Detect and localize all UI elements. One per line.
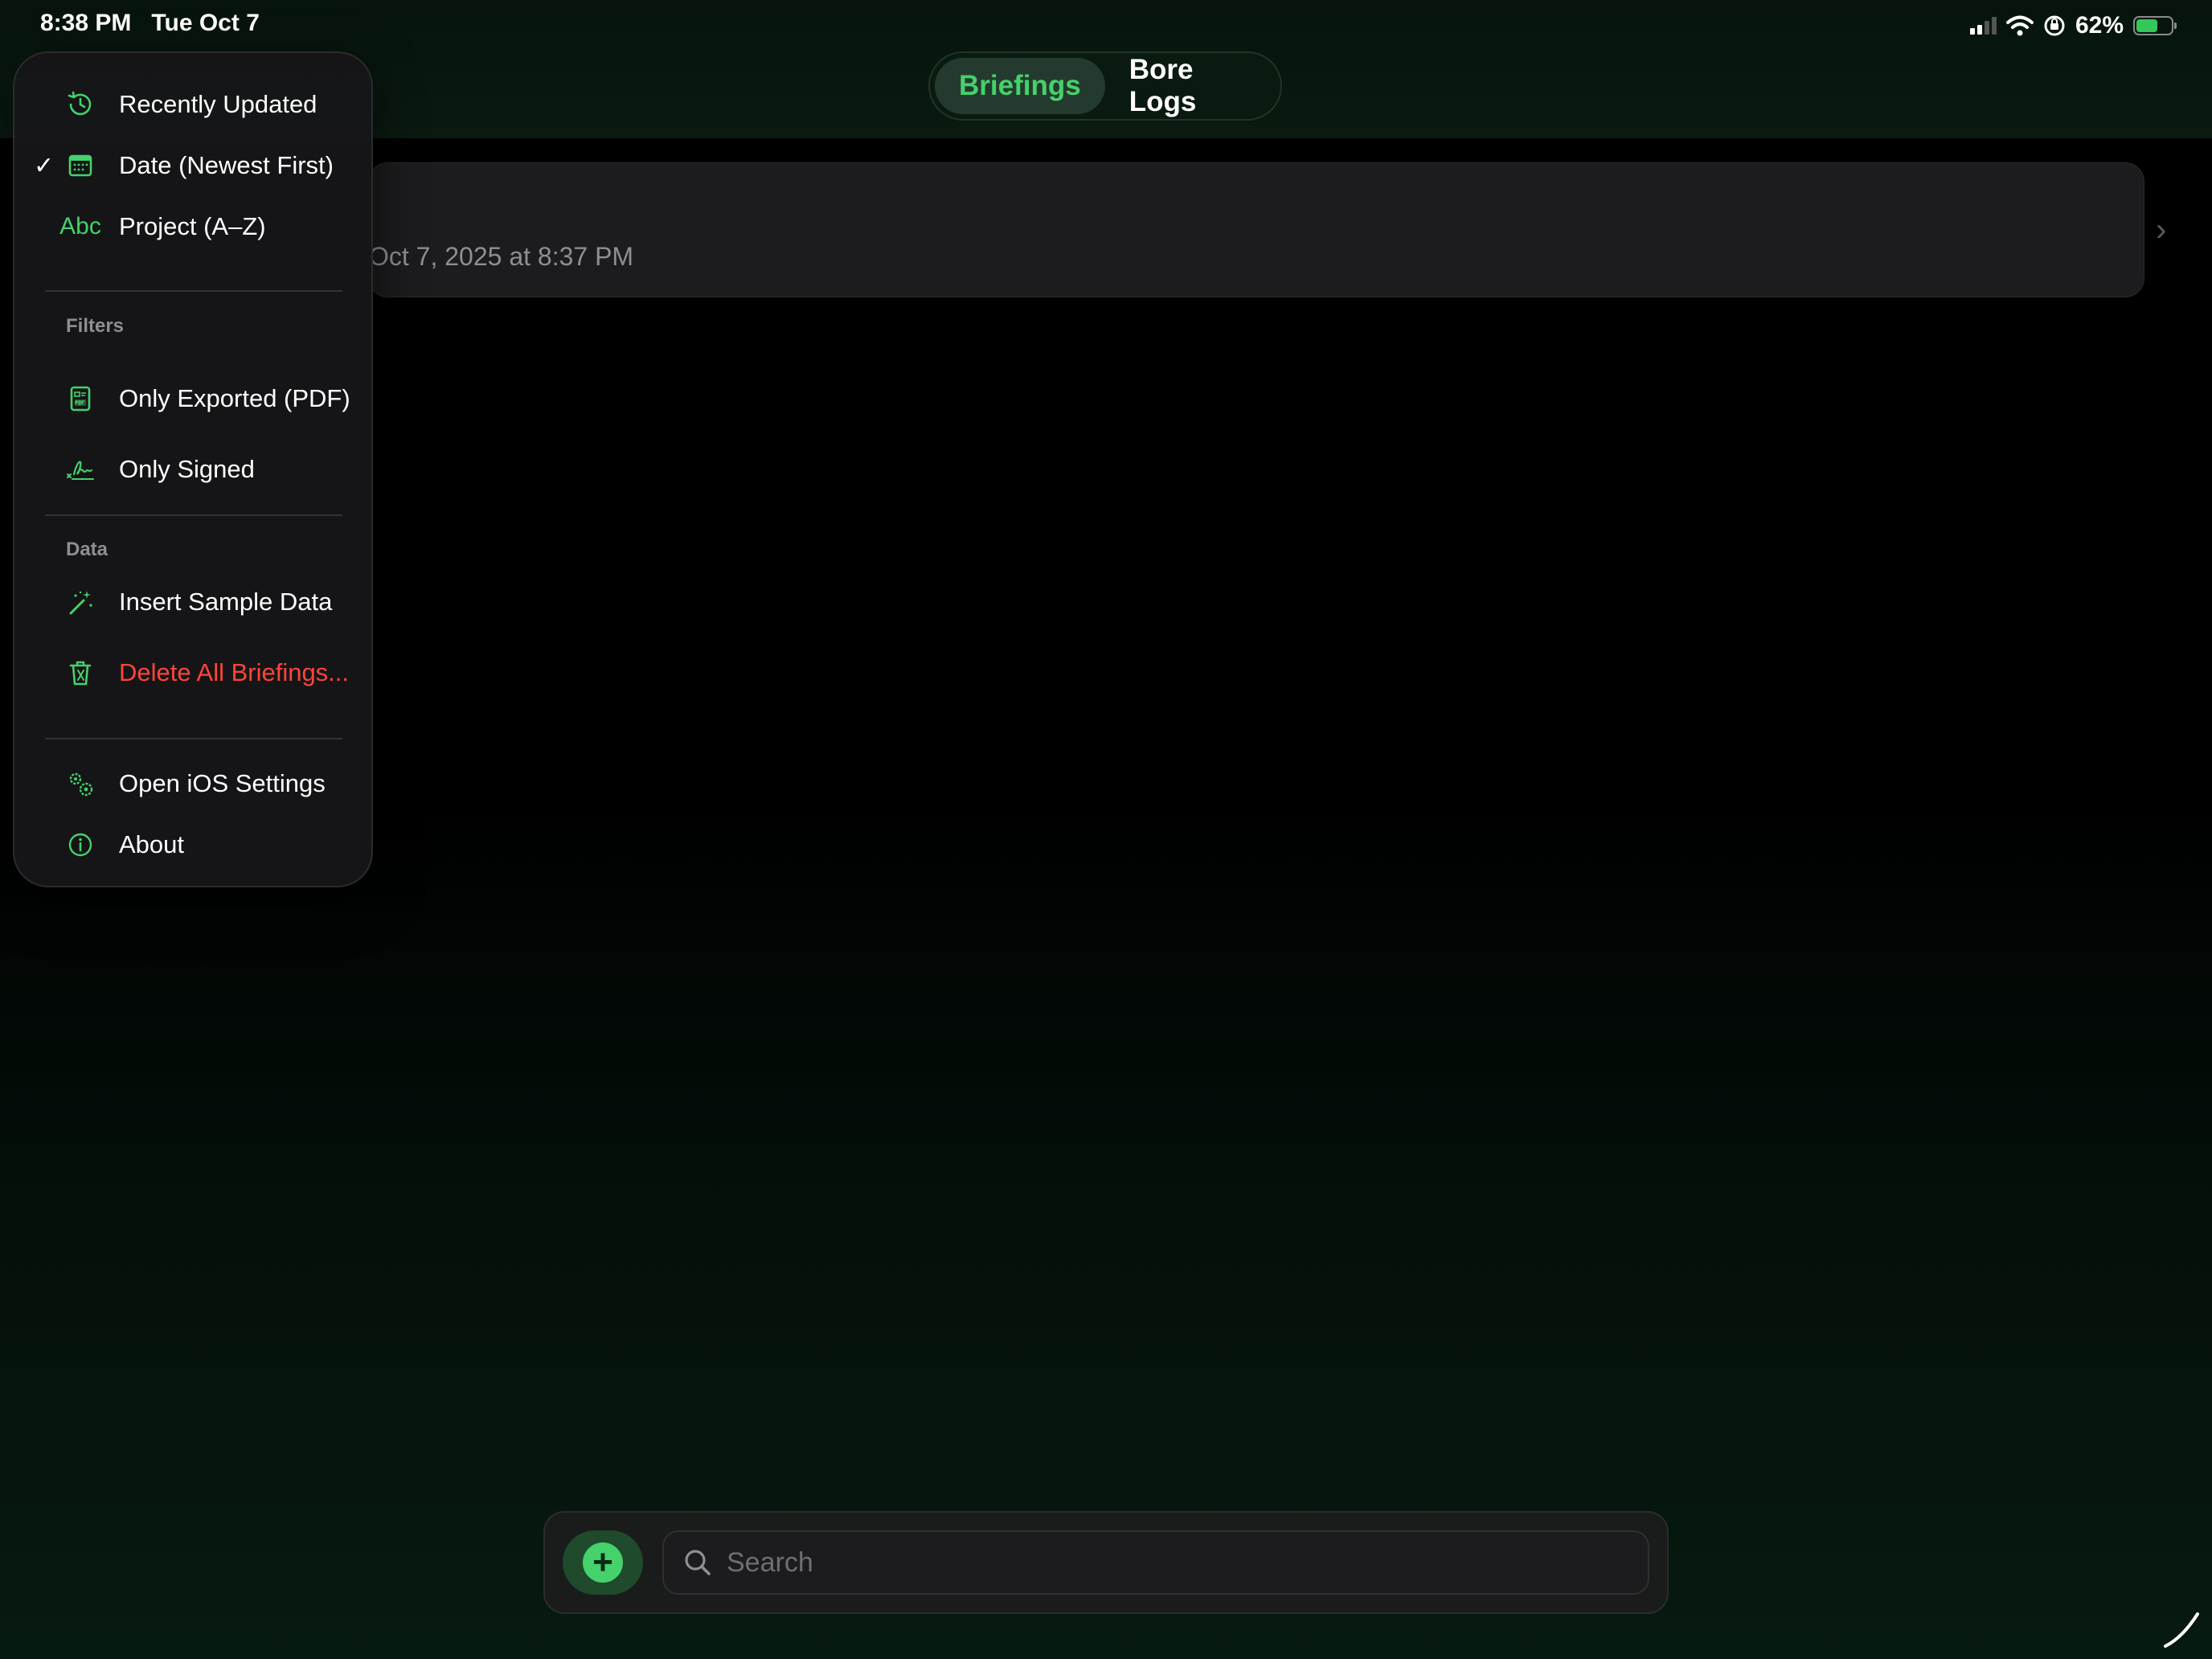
battery-icon <box>2133 16 2177 35</box>
checkmark-icon: ✓ <box>34 152 55 179</box>
search-icon <box>685 1550 711 1575</box>
info-icon <box>63 827 98 862</box>
menu-item-label: Only Signed <box>119 455 255 483</box>
menu-divider <box>45 290 342 292</box>
menu-item-recently-updated[interactable]: Recently Updated <box>14 74 371 135</box>
menu-item-open-ios-settings[interactable]: Open iOS Settings <box>14 753 371 814</box>
menu-item-label: Only Exported (PDF) <box>119 384 350 412</box>
menu-divider <box>45 738 342 739</box>
menu-item-only-exported-pdf[interactable]: Only Exported (PDF) <box>14 358 371 439</box>
signal-icon <box>1969 17 1997 35</box>
wifi-icon <box>2005 15 2034 36</box>
view-segmented-control: Briefings Bore Logs <box>928 51 1282 121</box>
menu-item-label: Insert Sample Data <box>119 588 333 616</box>
briefing-date: Oct 7, 2025 at 8:37 PM <box>369 242 634 271</box>
chevron-right-icon: › <box>2156 212 2167 248</box>
pencil-stroke-icon <box>2164 1612 2199 1648</box>
battery-level-fill <box>2136 19 2158 32</box>
list-item[interactable]: Oct 7, 2025 at 8:37 PM <box>368 162 2144 297</box>
data-section-header: Data <box>66 539 109 560</box>
options-menu: Recently Updated ✓ Date (Newest First) A… <box>13 51 373 887</box>
tab-briefings[interactable]: Briefings <box>935 58 1105 114</box>
menu-item-project-a-z[interactable]: Abc Project (A–Z) <box>14 196 371 257</box>
menu-item-delete-all-briefings[interactable]: Delete All Briefings... <box>14 633 371 713</box>
tab-bore-logs[interactable]: Bore Logs <box>1105 54 1276 117</box>
status-time-date: 8:38 PM Tue Oct 7 <box>40 10 260 37</box>
pdf-document-icon <box>63 381 98 416</box>
menu-item-label: About <box>119 830 185 858</box>
menu-item-label: Open iOS Settings <box>119 769 326 797</box>
plus-icon: + <box>583 1542 623 1583</box>
status-indicators: 62% <box>1969 10 2177 42</box>
status-date: Tue Oct 7 <box>151 10 260 36</box>
menu-item-insert-sample-data[interactable]: Insert Sample Data <box>14 571 371 633</box>
menu-item-about[interactable]: About <box>14 814 371 875</box>
trash-icon <box>63 655 98 690</box>
abc-icon: Abc <box>59 213 101 240</box>
add-briefing-button[interactable]: + <box>563 1530 643 1595</box>
filters-section-header: Filters <box>66 315 125 337</box>
calendar-icon <box>63 148 98 183</box>
menu-item-date-newest-first[interactable]: ✓ Date (Newest First) <box>14 135 371 196</box>
menu-item-label: Delete All Briefings... <box>119 658 350 686</box>
orientation-lock-icon <box>2044 15 2065 36</box>
menu-divider <box>45 514 342 516</box>
magic-wand-icon <box>63 584 98 620</box>
clock-arrow-icon <box>63 87 98 122</box>
menu-item-only-signed[interactable]: Only Signed <box>14 439 371 500</box>
menu-item-label: Date (Newest First) <box>119 151 334 179</box>
battery-percentage: 62% <box>2075 12 2124 39</box>
status-time: 8:38 PM <box>40 10 132 36</box>
menu-item-label: Recently Updated <box>119 90 317 118</box>
search-field[interactable] <box>662 1530 1649 1595</box>
search-input[interactable] <box>725 1546 1612 1579</box>
menu-item-label: Project (A–Z) <box>119 212 266 240</box>
signature-icon <box>63 452 98 487</box>
gears-icon <box>63 766 98 801</box>
